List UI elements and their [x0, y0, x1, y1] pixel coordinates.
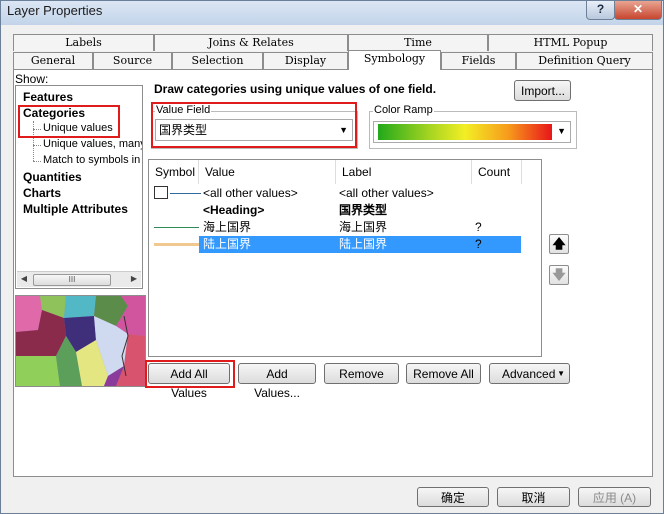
- land-border-symbol: [154, 243, 199, 246]
- tree-item-match-symbols[interactable]: Match to symbols in a: [43, 154, 142, 166]
- layer-properties-window: Layer Properties ? ✕ Labels Joins & Rela…: [0, 0, 664, 514]
- row-label: 海上国界: [339, 220, 388, 234]
- column-header-symbol[interactable]: Symbol: [149, 160, 199, 184]
- row-label: <all other values>: [339, 186, 434, 200]
- scroll-right-icon[interactable]: ▶: [129, 274, 139, 284]
- move-down-button[interactable]: 🡇: [549, 265, 569, 285]
- close-button[interactable]: ✕: [614, 1, 662, 20]
- table-row[interactable]: <all other values> <all other values>: [149, 185, 521, 202]
- chevron-down-icon[interactable]: ▼: [339, 120, 348, 140]
- column-header-label[interactable]: Label: [336, 160, 472, 184]
- tab-display[interactable]: Display: [263, 52, 348, 69]
- color-ramp-select[interactable]: ▼: [373, 121, 571, 143]
- row-count: ?: [475, 220, 482, 234]
- tab-definition-query[interactable]: Definition Query: [516, 52, 653, 69]
- advanced-button-label: Advanced: [502, 367, 556, 381]
- tree-connector: [33, 161, 41, 162]
- table-row[interactable]: 海上国界 海上国界 ?: [149, 219, 521, 236]
- cancel-button[interactable]: 取消: [497, 487, 570, 507]
- row-value: <Heading>: [203, 203, 265, 217]
- tree-item-categories[interactable]: Categories: [23, 106, 85, 120]
- remove-all-button[interactable]: Remove All: [406, 363, 481, 384]
- tree-item-charts[interactable]: Charts: [23, 186, 61, 200]
- chevron-down-icon: ▼: [557, 369, 565, 378]
- tree-item-multiple-attributes[interactable]: Multiple Attributes: [23, 202, 128, 216]
- color-ramp-label: Color Ramp: [373, 104, 434, 116]
- tree-item-quantities[interactable]: Quantities: [23, 170, 82, 184]
- apply-button[interactable]: 应用 (A): [578, 487, 651, 507]
- tab-source[interactable]: Source: [93, 52, 172, 69]
- color-ramp-swatch: [378, 124, 552, 140]
- advanced-button[interactable]: Advanced ▼: [489, 363, 570, 384]
- import-button[interactable]: Import...: [514, 80, 571, 101]
- tree-connector: [33, 121, 34, 161]
- show-tree: Features Categories Unique values Unique…: [15, 85, 143, 289]
- arrow-down-icon: 🡇: [552, 267, 566, 282]
- remove-button[interactable]: Remove: [324, 363, 399, 384]
- tab-symbology[interactable]: Symbology: [348, 50, 441, 70]
- row-value: <all other values>: [203, 186, 298, 200]
- show-label: Show:: [15, 72, 49, 86]
- tab-labels[interactable]: Labels: [13, 34, 154, 51]
- row-value: 海上国界: [203, 220, 252, 234]
- tab-fields[interactable]: Fields: [441, 52, 516, 69]
- column-header-count[interactable]: Count: [472, 160, 522, 184]
- map-regions-graphic: [16, 296, 145, 386]
- tree-horizontal-scrollbar[interactable]: ◀ III ▶: [17, 271, 141, 287]
- sea-border-symbol: [154, 227, 199, 228]
- scroll-thumb[interactable]: III: [33, 274, 111, 286]
- tab-time[interactable]: Time: [348, 34, 488, 51]
- scroll-left-icon[interactable]: ◀: [19, 274, 29, 284]
- tree-item-unique-values-many[interactable]: Unique values, many: [43, 138, 142, 150]
- tree-item-unique-values[interactable]: Unique values: [43, 122, 113, 134]
- chevron-down-icon[interactable]: ▼: [557, 126, 566, 136]
- move-up-button[interactable]: 🡅: [549, 234, 569, 254]
- help-button[interactable]: ?: [586, 1, 615, 20]
- tab-selection[interactable]: Selection: [172, 52, 263, 69]
- tab-general[interactable]: General: [13, 52, 93, 69]
- ok-button[interactable]: 确定: [417, 487, 489, 507]
- row-label: 陆上国界: [339, 237, 388, 251]
- column-header-value[interactable]: Value: [199, 160, 336, 184]
- arrow-up-icon: 🡅: [552, 236, 566, 251]
- table-row-selected[interactable]: 陆上国界 陆上国界 ?: [149, 236, 521, 253]
- add-values-button[interactable]: Add Values...: [238, 363, 316, 400]
- tree-connector: [33, 129, 41, 130]
- value-field-label: Value Field: [155, 104, 212, 116]
- row-value: 陆上国界: [203, 237, 252, 251]
- value-field-selected-value: 国界类型: [159, 123, 208, 137]
- add-all-values-button[interactable]: Add All Values: [148, 363, 230, 400]
- empty-symbol-swatch: [154, 186, 168, 199]
- symbol-value-table[interactable]: Symbol Value Label Count <all other valu…: [148, 159, 542, 357]
- tab-html-popup[interactable]: HTML Popup: [488, 34, 653, 51]
- row-count: ?: [475, 237, 482, 251]
- table-row[interactable]: <Heading> 国界类型: [149, 202, 521, 219]
- tab-joins-relates[interactable]: Joins & Relates: [154, 34, 348, 51]
- title-bar: Layer Properties ? ✕: [1, 1, 663, 25]
- window-title: Layer Properties: [7, 3, 103, 18]
- row-label: 国界类型: [339, 203, 388, 217]
- tree-connector: [33, 145, 41, 146]
- value-field-select[interactable]: 国界类型 ▼: [155, 119, 353, 141]
- symbol-line: [170, 193, 201, 194]
- tree-item-features[interactable]: Features: [23, 90, 73, 104]
- preview-map-image: [15, 295, 146, 387]
- symbology-heading: Draw categories using unique values of o…: [154, 82, 437, 96]
